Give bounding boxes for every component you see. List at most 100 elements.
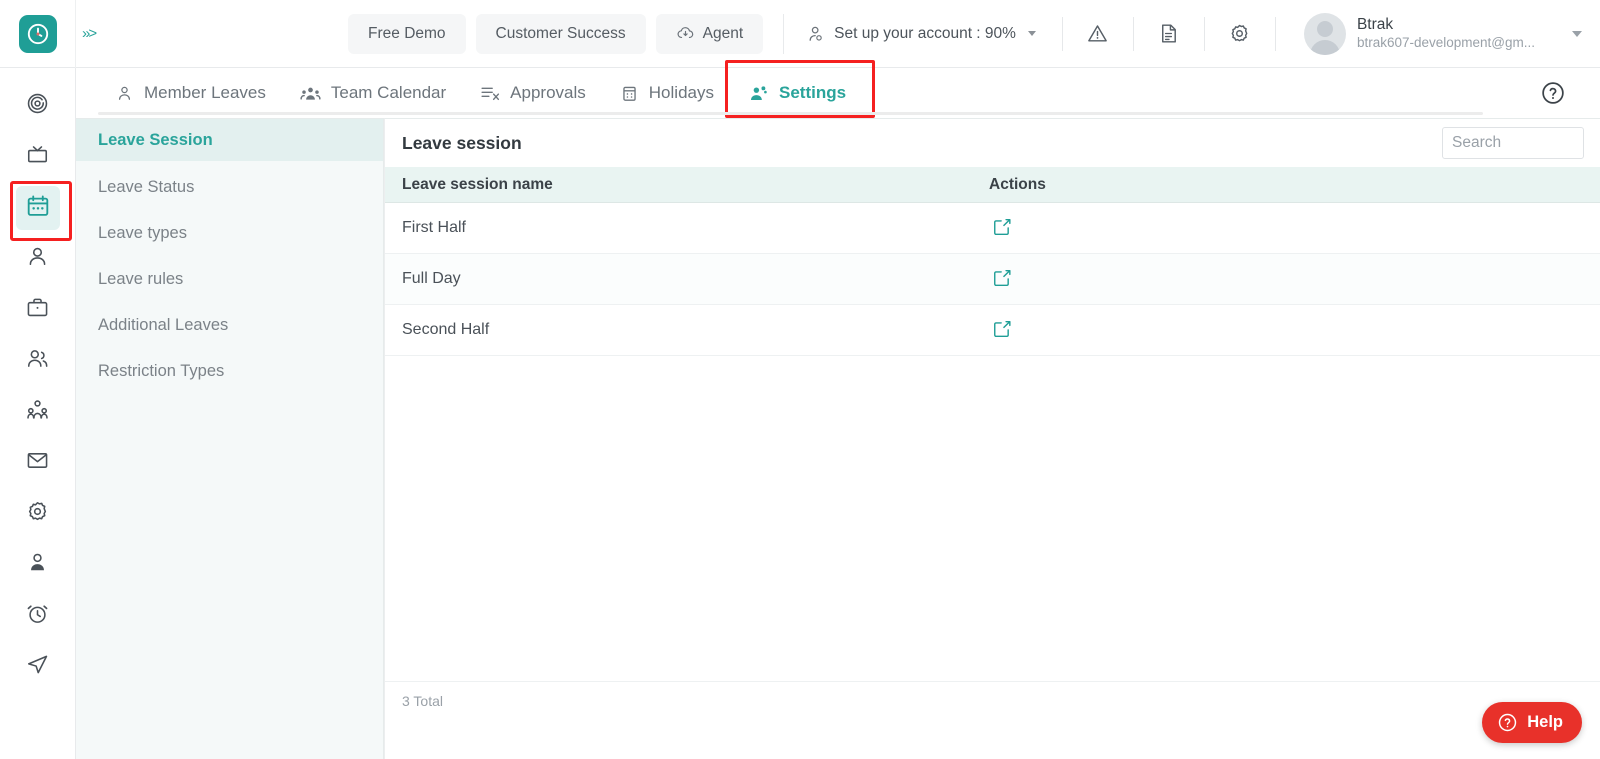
rail-item-briefcase[interactable] bbox=[16, 288, 60, 332]
brand-zone bbox=[0, 0, 76, 68]
rail-item-target[interactable] bbox=[16, 84, 60, 128]
cell-leave-session-name: Second Half bbox=[402, 321, 490, 338]
user-icon bbox=[25, 244, 50, 274]
rail-item-calendar[interactable] bbox=[9, 181, 72, 241]
rail-item-person-badge[interactable] bbox=[16, 543, 60, 587]
submenu-item-label: Restriction Types bbox=[98, 361, 225, 380]
group-icon bbox=[300, 83, 321, 104]
double-chevron-right-icon[interactable]: »> bbox=[76, 25, 110, 42]
calendar-icon bbox=[25, 193, 51, 224]
submenu-item-label: Additional Leaves bbox=[98, 315, 229, 334]
target-icon bbox=[25, 91, 50, 121]
edit-pencil-icon[interactable] bbox=[989, 214, 1015, 240]
submenu-item-additional-leaves[interactable]: Additional Leaves bbox=[76, 305, 383, 345]
free-demo-button[interactable]: Free Demo bbox=[348, 13, 466, 54]
agent-label: Agent bbox=[702, 24, 744, 42]
total-count-label: 3 Total bbox=[402, 692, 443, 709]
user-settings-icon bbox=[806, 24, 826, 44]
user-text-block: Btrak btrak607-development@gm... bbox=[1357, 15, 1535, 51]
tab-bar-scrollbar[interactable] bbox=[98, 112, 1483, 115]
person-icon bbox=[115, 84, 134, 103]
tv-icon bbox=[25, 142, 50, 172]
tab-approvals[interactable]: Approvals bbox=[463, 69, 603, 117]
tab-settings[interactable]: Settings bbox=[724, 60, 876, 118]
chevron-down-icon bbox=[1027, 31, 1036, 36]
rail-item-send[interactable] bbox=[16, 645, 60, 689]
table-body: First Half Full Day Second Half bbox=[385, 203, 1600, 681]
cell-actions bbox=[989, 316, 1600, 344]
submenu-item-leave-status[interactable]: Leave Status bbox=[76, 167, 383, 207]
cell-actions bbox=[989, 214, 1600, 242]
send-icon bbox=[25, 652, 50, 682]
submenu-item-leave-session[interactable]: Leave Session bbox=[76, 119, 383, 161]
customer-success-label: Customer Success bbox=[495, 24, 626, 42]
rail-item-org-chart[interactable] bbox=[16, 390, 60, 434]
agent-button[interactable]: Agent bbox=[655, 13, 764, 54]
mail-icon bbox=[25, 448, 50, 478]
header-divider bbox=[1203, 16, 1205, 51]
panel-bottom-spacer bbox=[385, 719, 1600, 759]
cell-actions bbox=[989, 265, 1600, 293]
document-icon[interactable] bbox=[1146, 12, 1192, 56]
left-icon-rail bbox=[0, 68, 76, 759]
header-pill-group: Free Demo Customer Success Agent Set up … bbox=[348, 12, 1600, 56]
tab-team-calendar-label: Team Calendar bbox=[330, 83, 447, 102]
rail-item-user[interactable] bbox=[16, 237, 60, 281]
alert-triangle-icon[interactable] bbox=[1075, 12, 1121, 56]
table-row[interactable]: Second Half bbox=[385, 305, 1600, 356]
gear-icon[interactable] bbox=[1217, 12, 1263, 56]
question-circle-icon[interactable] bbox=[1540, 80, 1566, 106]
submenu-item-leave-rules[interactable]: Leave rules bbox=[76, 259, 383, 299]
users-icon bbox=[25, 346, 50, 376]
table-header-row: Leave session name Actions bbox=[385, 167, 1600, 203]
tab-approvals-label: Approvals bbox=[510, 83, 586, 102]
search-input[interactable] bbox=[1442, 127, 1584, 159]
org-chart-icon bbox=[25, 397, 50, 427]
tab-settings-label: Settings bbox=[778, 83, 847, 102]
free-demo-label: Free Demo bbox=[368, 24, 446, 42]
edit-pencil-icon[interactable] bbox=[989, 316, 1015, 342]
leave-session-panel: Leave session Leave session name Actions… bbox=[384, 118, 1600, 759]
settings-gear-icon bbox=[25, 499, 50, 529]
briefcase-icon bbox=[25, 295, 50, 325]
rail-item-settings[interactable] bbox=[16, 492, 60, 536]
user-name: Btrak bbox=[1356, 16, 1394, 34]
submenu-item-label: Leave Status bbox=[98, 177, 195, 196]
calendar-small-icon bbox=[620, 84, 639, 103]
tab-team-calendar[interactable]: Team Calendar bbox=[283, 69, 463, 117]
rail-item-tv[interactable] bbox=[16, 135, 60, 179]
workspace: Leave Session Leave Status Leave types L… bbox=[76, 118, 1600, 759]
help-button-label: Help bbox=[1527, 713, 1563, 731]
table-row[interactable]: Full Day bbox=[385, 254, 1600, 305]
account-setup-label: Set up your account : 90% bbox=[834, 24, 1016, 42]
header-divider bbox=[1132, 16, 1134, 51]
column-header-leave-session-name: Leave session name bbox=[402, 175, 553, 193]
edit-pencil-icon[interactable] bbox=[989, 265, 1015, 291]
account-setup-dropdown[interactable]: Set up your account : 90% bbox=[783, 13, 1050, 54]
header-divider bbox=[1274, 16, 1276, 51]
question-circle-icon bbox=[1497, 712, 1518, 733]
rail-item-mail[interactable] bbox=[16, 441, 60, 485]
submenu-item-label: Leave Session bbox=[98, 130, 213, 149]
user-account-menu[interactable]: Btrak btrak607-development@gm... bbox=[1288, 12, 1600, 55]
clock-logo-icon[interactable] bbox=[18, 14, 57, 53]
column-header-actions: Actions bbox=[989, 175, 1046, 193]
tab-member-leaves[interactable]: Member Leaves bbox=[98, 69, 283, 117]
cell-leave-session-name: Full Day bbox=[402, 270, 461, 287]
submenu-item-restriction-types[interactable]: Restriction Types bbox=[76, 351, 383, 391]
rail-item-users[interactable] bbox=[16, 339, 60, 383]
submenu-item-label: Leave rules bbox=[98, 269, 184, 288]
panel-footer: 3 Total bbox=[385, 681, 1600, 719]
page-title: Leave session bbox=[402, 132, 522, 153]
rail-item-alarm[interactable] bbox=[16, 594, 60, 638]
help-floating-button[interactable]: Help bbox=[1482, 702, 1582, 743]
chevron-down-icon bbox=[1572, 30, 1582, 37]
cloud-download-icon bbox=[676, 24, 695, 43]
tab-holidays[interactable]: Holidays bbox=[603, 69, 731, 117]
user-email: btrak607-development@gm... bbox=[1356, 34, 1535, 50]
customer-success-button[interactable]: Customer Success bbox=[475, 13, 646, 54]
panel-header: Leave session bbox=[385, 119, 1600, 167]
table-row[interactable]: First Half bbox=[385, 203, 1600, 254]
settings-submenu: Leave Session Leave Status Leave types L… bbox=[76, 118, 384, 759]
submenu-item-leave-types[interactable]: Leave types bbox=[76, 213, 383, 253]
